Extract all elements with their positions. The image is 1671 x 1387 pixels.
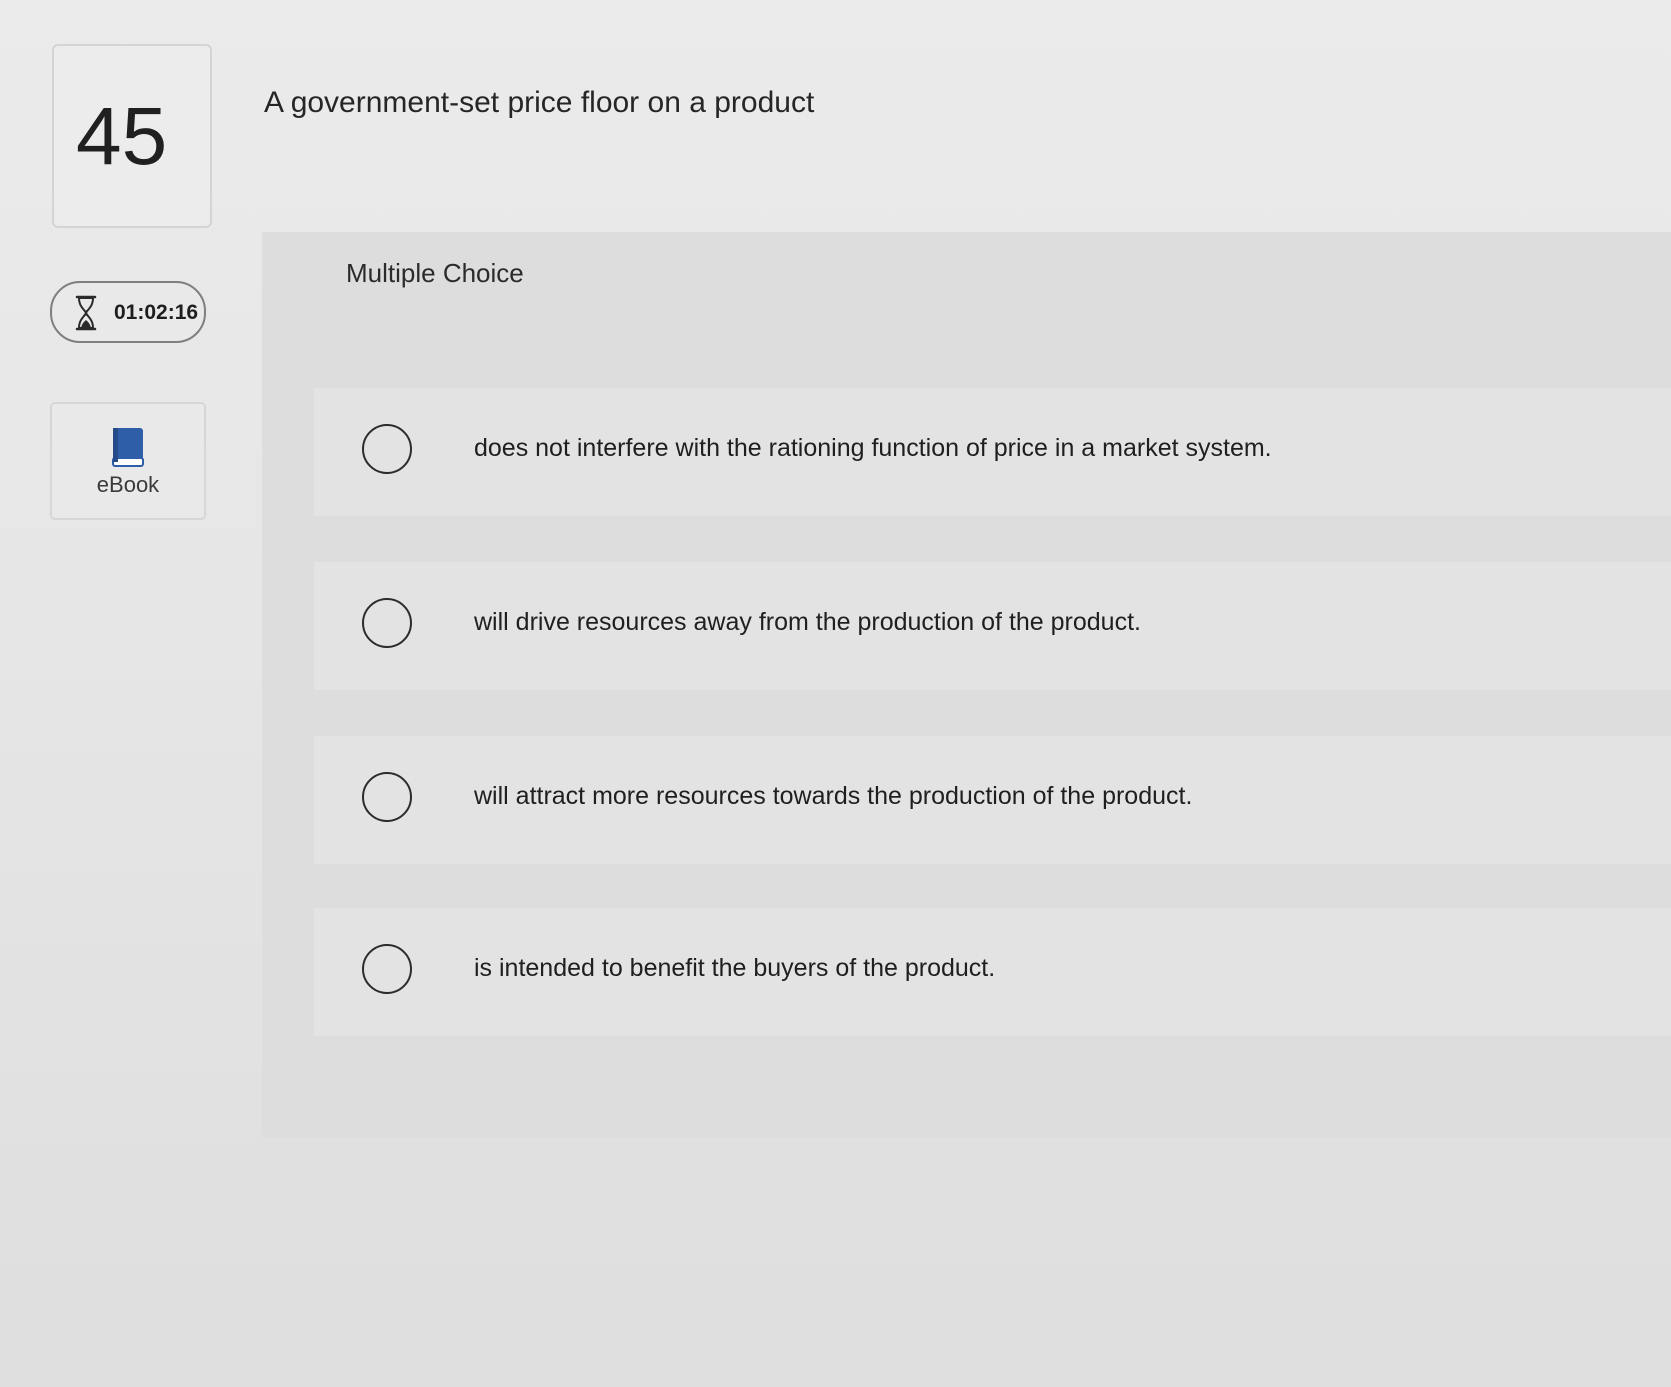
question-type-label: Multiple Choice: [346, 258, 524, 288]
hourglass-icon: [75, 295, 97, 331]
choice-option-c[interactable]: will attract more resources towards the …: [314, 736, 1671, 864]
question-prompt: A government-set price floor on a produc…: [264, 86, 815, 119]
question-number-card: 45: [52, 44, 212, 228]
radio-button[interactable]: [362, 598, 412, 648]
choice-text: does not interfere with the rationing fu…: [474, 434, 1272, 462]
timer-button[interactable]: 01:02:16: [50, 281, 206, 343]
choice-text: will attract more resources towards the …: [474, 782, 1193, 810]
quiz-page: 45 A government-set price floor on a pro…: [0, 0, 1671, 1387]
choice-option-d[interactable]: is intended to benefit the buyers of the…: [314, 908, 1671, 1036]
choice-option-a[interactable]: does not interfere with the rationing fu…: [314, 388, 1671, 516]
radio-button[interactable]: [362, 944, 412, 994]
ebook-label: eBook: [96, 472, 160, 497]
timer-value: 01:02:16: [114, 301, 199, 324]
choice-option-b[interactable]: will drive resources away from the produ…: [314, 562, 1671, 690]
choice-text: is intended to benefit the buyers of the…: [474, 954, 996, 982]
radio-button[interactable]: [362, 772, 412, 822]
book-icon: [112, 428, 144, 467]
ebook-button[interactable]: eBook: [50, 402, 206, 520]
choice-text: will drive resources away from the produ…: [474, 608, 1141, 636]
radio-button[interactable]: [362, 424, 412, 474]
question-number: 45: [76, 91, 168, 182]
